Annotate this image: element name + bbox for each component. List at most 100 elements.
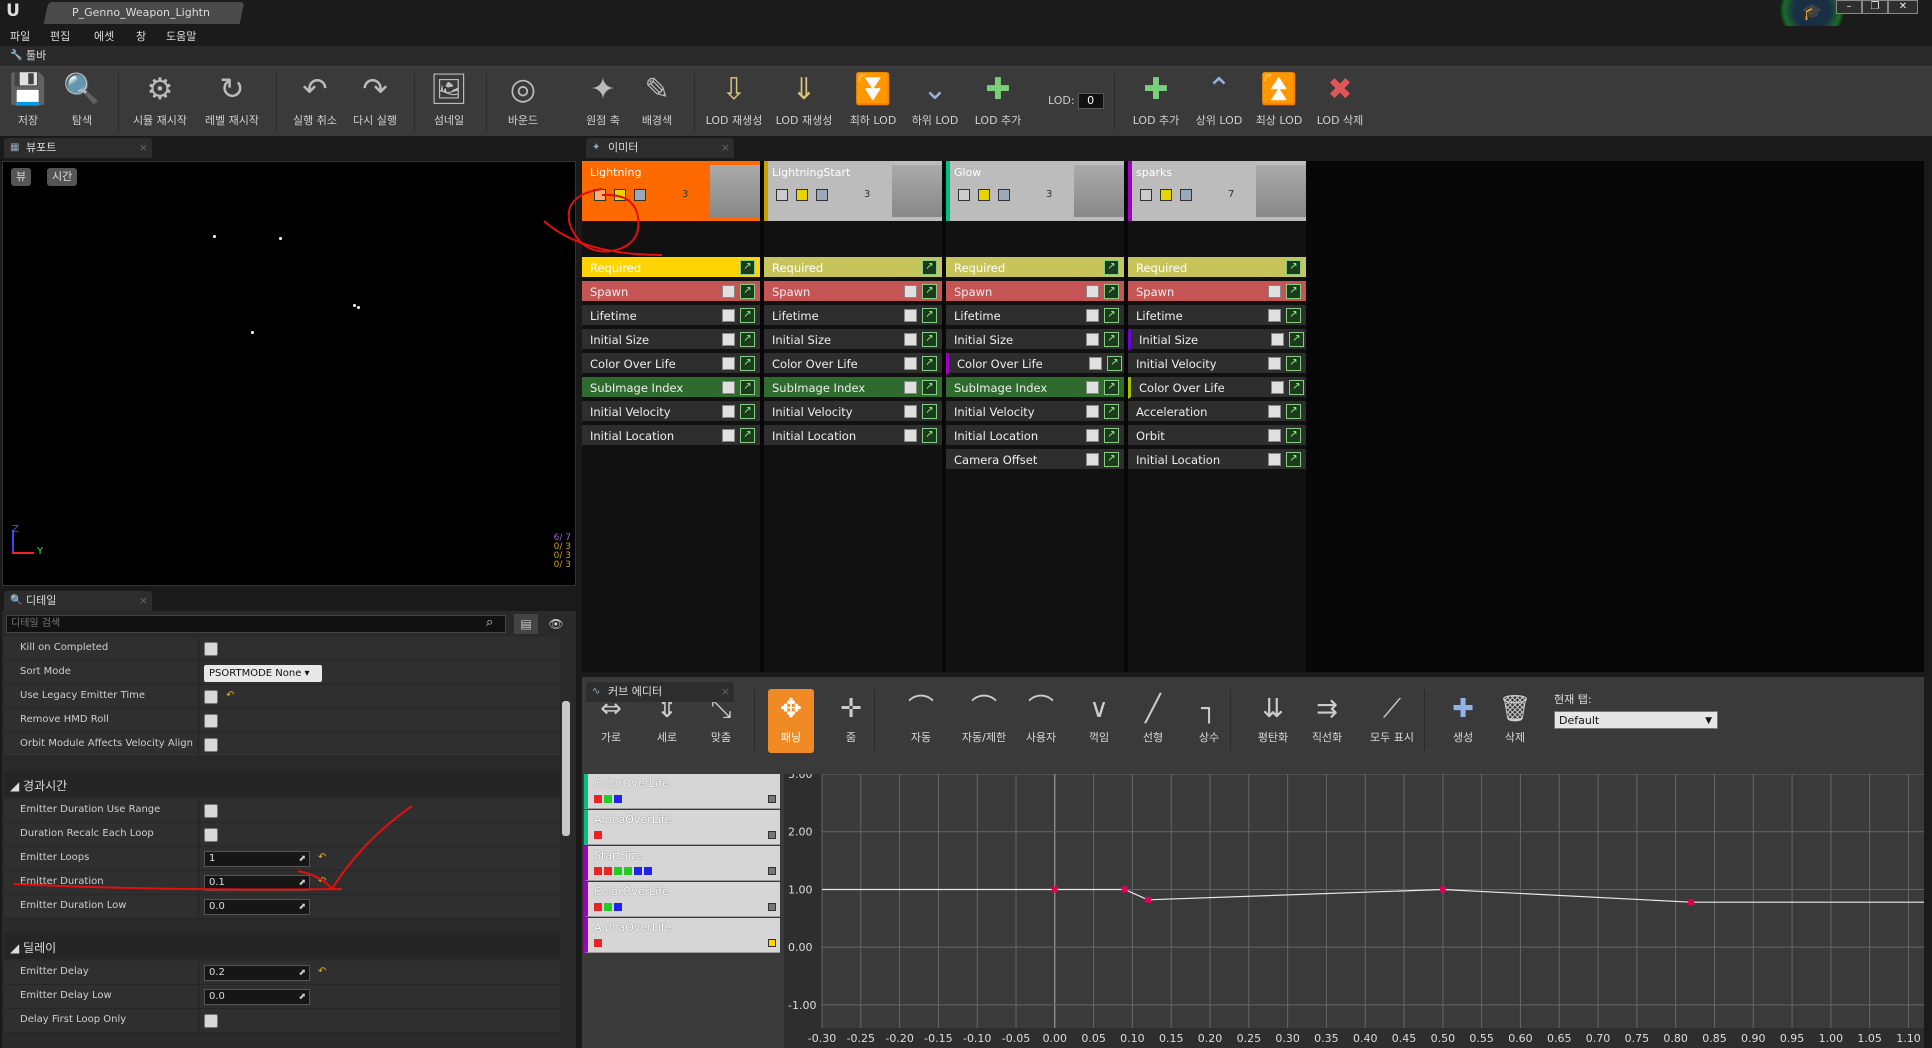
module-enable-checkbox[interactable] [1086,285,1099,298]
curve-toggle-icon[interactable]: ↗ [740,428,755,443]
curve-graph-svg[interactable]: -0.30 -0.25 -0.20 -0.15 -0.10 -0.05 0.00 0.05 0.… [784,768,1924,1048]
curve-toggle-icon[interactable]: ↗ [740,260,755,275]
module-enable-checkbox[interactable] [1086,381,1099,394]
viewport[interactable]: 뷰 시간 Z Y 6/ 7 0/ 3 0/ 3 0/ 3 [2,161,576,586]
undo-button[interactable]: ↶ 실행 취소 [288,71,342,133]
reset-to-default-icon[interactable]: ↶ [318,966,326,977]
curve-visibility-toggle[interactable] [768,903,776,911]
curve-channel-toggle[interactable] [614,903,622,911]
module-required[interactable]: Required ↗ [764,257,942,279]
curve-toggle-icon[interactable]: ↗ [1104,380,1119,395]
use-legacy-emitter-time-checkbox[interactable] [204,690,218,704]
zoom-button[interactable]: ✛ 줌 [828,689,874,753]
close-icon[interactable]: × [721,138,730,158]
module-lifetime[interactable]: Lifetime ↗ [582,305,760,327]
highest-lod-button[interactable]: ⏫ 최상 LOD [1252,71,1306,133]
module-subimage-index[interactable]: SubImage Index ↗ [764,377,942,399]
module-enable-checkbox[interactable] [1268,285,1281,298]
viewport-tab[interactable]: ▦ 뷰포트 × [4,138,152,158]
module-enable-checkbox[interactable] [904,429,917,442]
current-tab-dropdown[interactable]: Default [1554,711,1718,730]
curve-toggle-icon[interactable]: ↗ [922,356,937,371]
solo-toggle-icon[interactable] [978,189,990,201]
module-spawn[interactable]: Spawn ↗ [764,281,942,303]
curve-toggle-icon[interactable]: ↗ [1286,284,1301,299]
browse-button[interactable]: 🔍 탐색 [62,71,102,133]
module-required[interactable]: Required ↗ [946,257,1124,279]
module-enable-checkbox[interactable] [904,405,917,418]
enable-emitter-checkbox[interactable] [1140,189,1152,201]
delete-tab-button[interactable]: 🗑 삭제 [1492,689,1538,753]
module-required[interactable]: Required ↗ [1128,257,1306,279]
delay-first-loop-only-checkbox[interactable] [204,1014,218,1028]
module-lifetime[interactable]: Lifetime ↗ [764,305,942,327]
module-enable-checkbox[interactable] [722,333,735,346]
menu-edit[interactable]: 편집 [50,28,70,44]
curve-toggle-icon[interactable]: ↗ [1104,260,1119,275]
curve-track[interactable]: AlphaOverLife [584,810,780,845]
close-icon[interactable]: × [139,591,148,611]
delete-lod-button[interactable]: ✖ LOD 삭제 [1312,71,1368,133]
curve-channel-toggle[interactable] [604,903,612,911]
curve-toggle-icon[interactable]: ↗ [740,404,755,419]
emitter-header[interactable]: LightningStart 3 [764,161,942,221]
curve-channel-toggle[interactable] [644,867,652,875]
module-enable-checkbox[interactable] [1086,309,1099,322]
module-enable-checkbox[interactable] [904,333,917,346]
user-tangent-button[interactable]: ⌒ 사용자 [1018,689,1064,753]
render-mode-icon[interactable] [998,189,1010,201]
emitter-delay-input[interactable]: 0.2 [204,965,310,981]
curve-toggle-icon[interactable]: ↗ [740,380,755,395]
auto-tangent-button[interactable]: ⌒ 자동 [898,689,944,753]
curve-toggle-icon[interactable]: ↗ [740,356,755,371]
render-mode-icon[interactable] [1180,189,1192,201]
regen-lod-button[interactable]: ⇩ LOD 재생성 [704,71,764,133]
module-enable-checkbox[interactable] [1089,357,1102,370]
module-initial-location[interactable]: Initial Location ↗ [582,425,760,447]
orbit-affects-velocity-checkbox[interactable] [204,738,218,752]
module-spawn[interactable]: Spawn ↗ [1128,281,1306,303]
close-icon[interactable]: × [139,138,148,158]
restore-button[interactable]: ❐ [1862,0,1888,14]
module-spawn[interactable]: Spawn ↗ [946,281,1124,303]
render-mode-icon[interactable] [816,189,828,201]
curve-toggle-icon[interactable]: ↗ [1286,308,1301,323]
module-enable-checkbox[interactable] [904,381,917,394]
close-button[interactable]: ✕ [1888,0,1918,14]
kill-on-completed-checkbox[interactable] [204,642,218,656]
show-all-button[interactable]: ⟋ 모두 표시 [1362,689,1422,753]
curve-toggle-icon[interactable]: ↗ [740,332,755,347]
module-initial-velocity[interactable]: Initial Velocity ↗ [582,401,760,423]
menu-help[interactable]: 도움말 [166,28,196,44]
module-color-over-life[interactable]: Color Over Life ↗ [1128,377,1306,399]
bounds-button[interactable]: ◎ 바운드 [498,71,548,133]
details-search-input[interactable]: 디테일 검색 [6,615,506,633]
curve-channel-toggle[interactable] [604,867,612,875]
curve-toggle-icon[interactable]: ↗ [740,308,755,323]
restart-level-button[interactable]: ↻ 레벨 재시작 [202,71,262,133]
module-orbit[interactable]: Orbit ↗ [1128,425,1306,447]
curve-track[interactable]: ColorOverLife [584,882,780,917]
lowest-lod-button[interactable]: ⏬ 최하 LOD [846,71,900,133]
create-tab-button[interactable]: ✚ 생성 [1440,689,1486,753]
reset-to-default-icon[interactable]: ↶ [226,690,234,701]
module-camera-offset[interactable]: Camera Offset ↗ [946,449,1124,471]
curve-visibility-toggle[interactable] [768,795,776,803]
module-initial-velocity[interactable]: Initial Velocity ↗ [946,401,1124,423]
constant-button[interactable]: ┐ 상수 [1186,689,1232,753]
curve-track[interactable]: StartSize [584,846,780,881]
curve-toggle-icon[interactable]: ↗ [1286,428,1301,443]
curve-toggle-icon[interactable]: ↗ [1104,284,1119,299]
curve-toggle-icon[interactable]: ↗ [1289,332,1304,347]
module-enable-checkbox[interactable] [1268,309,1281,322]
curve-channel-toggle[interactable] [594,831,602,839]
category-delay[interactable]: ◢ 딜레이 [4,933,560,959]
curve-toggle-icon[interactable]: ↗ [1104,404,1119,419]
close-icon[interactable]: × [721,682,730,702]
emitter-delay-low-input[interactable]: 0.0 [204,989,310,1005]
module-enable-checkbox[interactable] [1268,357,1281,370]
curve-visibility-toggle[interactable] [768,939,776,947]
curve-toggle-icon[interactable]: ↗ [922,404,937,419]
module-initial-size[interactable]: Initial Size ↗ [946,329,1124,351]
module-enable-checkbox[interactable] [722,429,735,442]
